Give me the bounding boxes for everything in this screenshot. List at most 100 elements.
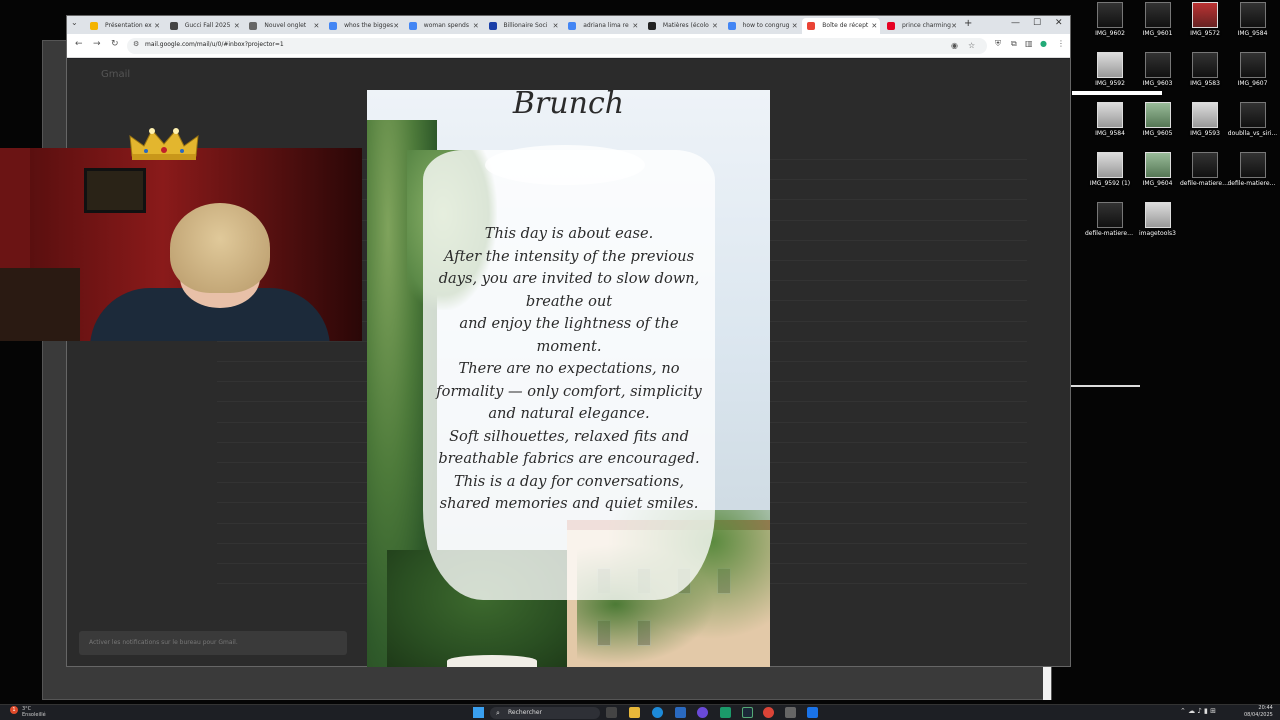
- close-window-button[interactable]: ✕: [1055, 18, 1063, 28]
- discord-icon[interactable]: [697, 707, 708, 718]
- file-thumbnail-icon: [1144, 2, 1171, 28]
- store-icon[interactable]: [675, 707, 686, 718]
- clock-date: 08/04/2025: [1244, 712, 1273, 718]
- flyer-line: breathe out: [525, 292, 613, 310]
- notification-toast[interactable]: Activer les notifications sur le bureau …: [79, 631, 347, 655]
- app-icon[interactable]: [785, 707, 796, 718]
- tab-close-icon[interactable]: ✕: [234, 18, 240, 34]
- browser-tab[interactable]: Billionaire Soci ✕: [484, 18, 562, 34]
- chrome-icon[interactable]: [763, 707, 774, 718]
- webcam-person-hair: [170, 203, 270, 293]
- desktop-file-icon[interactable]: IMG_9601: [1133, 2, 1183, 37]
- flyer-title: Brunch: [512, 90, 625, 121]
- desktop-file-icon[interactable]: IMG_9603: [1133, 52, 1183, 87]
- file-thumbnail-icon: [1097, 52, 1123, 78]
- tab-close-icon[interactable]: ✕: [871, 18, 877, 34]
- desktop-file-icon[interactable]: IMG_9605: [1133, 102, 1183, 137]
- tab-favicon-icon: [568, 22, 577, 30]
- browser-tab[interactable]: Gucci Fall 2025 ✕: [165, 18, 243, 34]
- desktop-file-icon[interactable]: doublla_vs_siri...: [1228, 102, 1278, 137]
- forward-button[interactable]: →: [93, 39, 101, 49]
- desktop-file-icon[interactable]: imagetools3: [1133, 202, 1183, 237]
- desktop-file-icon[interactable]: IMG_9602: [1085, 2, 1135, 37]
- browser-tab[interactable]: Nouvel onglet ✕: [244, 18, 322, 34]
- browser-toolbar: ← → ↻ ⚙ mail.google.com/mail/u/0/#inbox?…: [67, 34, 1070, 58]
- desktop-file-icon[interactable]: IMG_9584: [1085, 102, 1135, 137]
- tab-favicon-icon: [249, 22, 258, 30]
- file-explorer-icon[interactable]: [629, 707, 640, 718]
- desktop-file-icon[interactable]: IMG_9583: [1180, 52, 1230, 87]
- browser-tab[interactable]: woman spends ✕: [404, 18, 482, 34]
- browser-tab[interactable]: adriana lima re ✕: [563, 18, 641, 34]
- clock-time: 20:44: [1258, 705, 1273, 711]
- tab-label: prince charming: [902, 22, 951, 29]
- desktop-cursor-line: [1070, 385, 1140, 387]
- app-icon[interactable]: [807, 707, 818, 718]
- tab-close-icon[interactable]: ✕: [473, 18, 479, 34]
- image-viewer[interactable]: Brunch This day is about ease. After the …: [367, 90, 770, 667]
- desktop-file-icon[interactable]: IMG_9592: [1085, 52, 1135, 87]
- tab-close-icon[interactable]: ✕: [951, 18, 957, 34]
- tab-favicon-icon: [647, 22, 656, 30]
- clock[interactable]: 20:44 08/04/2025: [1244, 705, 1273, 719]
- tab-close-icon[interactable]: ✕: [553, 18, 559, 34]
- browser-tab[interactable]: whos the bigges ✕: [324, 18, 402, 34]
- file-thumbnail-icon: [1239, 2, 1266, 28]
- desktop-file-icon[interactable]: defile-matieres...: [1085, 202, 1135, 237]
- edge-icon[interactable]: [652, 707, 663, 718]
- new-tab-button[interactable]: +: [964, 18, 972, 29]
- eye-icon[interactable]: ◉: [951, 41, 958, 50]
- browser-menu-icon[interactable]: ⋮: [1057, 39, 1065, 48]
- shield-icon[interactable]: ⛨: [995, 39, 1001, 49]
- desktop-file-label: IMG_9602: [1095, 30, 1125, 37]
- desktop-file-icon[interactable]: IMG_9604: [1133, 152, 1183, 187]
- back-button[interactable]: ←: [75, 39, 83, 49]
- file-thumbnail-icon: [1097, 102, 1123, 128]
- app-icon[interactable]: [720, 707, 731, 718]
- tab-close-icon[interactable]: ✕: [393, 18, 399, 34]
- desktop-file-icon[interactable]: IMG_9593: [1180, 102, 1230, 137]
- desktop-file-icon[interactable]: IMG_9572: [1180, 2, 1230, 37]
- tab-close-icon[interactable]: ✕: [154, 18, 160, 34]
- tab-favicon-icon: [90, 22, 98, 30]
- browser-tab[interactable]: Matières (écolo ✕: [643, 18, 721, 34]
- browser-tab[interactable]: Présentation ex ✕: [85, 18, 163, 34]
- tab-close-icon[interactable]: ✕: [632, 18, 638, 34]
- desktop-file-icon[interactable]: IMG_9607: [1228, 52, 1278, 87]
- browser-tab[interactable]: how to congrug ✕: [723, 18, 801, 34]
- reload-button[interactable]: ↻: [111, 39, 119, 49]
- start-button[interactable]: [473, 707, 484, 718]
- address-bar[interactable]: ⚙ mail.google.com/mail/u/0/#inbox?projec…: [127, 38, 987, 54]
- tab-close-icon[interactable]: ✕: [712, 18, 718, 34]
- desktop-file-icon[interactable]: IMG_9592 (1): [1085, 152, 1135, 187]
- desktop-file-label: IMG_9592 (1): [1089, 180, 1131, 187]
- taskbar-search[interactable]: ⌕ Rechercher: [490, 707, 600, 719]
- tab-label: Matières (écolo: [662, 22, 709, 29]
- extensions-icon[interactable]: ⧉: [1011, 39, 1017, 49]
- sidebar-icon[interactable]: ▥: [1025, 39, 1033, 48]
- steam-icon[interactable]: [742, 707, 753, 718]
- desktop-file-label: defile-matieres...: [1180, 180, 1230, 187]
- tab-close-icon[interactable]: ✕: [792, 18, 798, 34]
- site-info-icon[interactable]: ⚙: [133, 40, 139, 48]
- weather-widget[interactable]: 3°C Ensoleillé: [22, 706, 46, 718]
- flyer-line: formality — only comfort, simplicity: [436, 382, 702, 400]
- tab-favicon-icon: [488, 22, 497, 30]
- desktop-file-icon[interactable]: defile-matieres...: [1228, 152, 1278, 187]
- tab-search-button[interactable]: ⌄: [71, 18, 78, 27]
- browser-tab[interactable]: Boîte de récept ✕: [802, 18, 881, 34]
- desktop-file-icon[interactable]: IMG_9584: [1228, 2, 1278, 37]
- profile-avatar[interactable]: ●: [1040, 39, 1047, 48]
- flyer-line: This day is about ease.: [484, 225, 654, 242]
- maximize-button[interactable]: ☐: [1033, 18, 1041, 28]
- tab-label: Boîte de récept: [822, 22, 869, 29]
- bookmark-star-icon[interactable]: ☆: [968, 41, 975, 50]
- file-thumbnail-icon: [1192, 152, 1218, 178]
- tab-close-icon[interactable]: ✕: [314, 18, 320, 34]
- minimize-button[interactable]: —: [1011, 18, 1020, 28]
- tab-label: Billionaire Soci: [503, 22, 548, 29]
- task-view-icon[interactable]: [606, 707, 617, 718]
- desktop-file-icon[interactable]: defile-matieres...: [1180, 152, 1230, 187]
- browser-tab[interactable]: prince charming ✕: [882, 18, 960, 34]
- system-tray[interactable]: ⌃ ☁ ♪ ▮ ⊞: [1180, 707, 1216, 715]
